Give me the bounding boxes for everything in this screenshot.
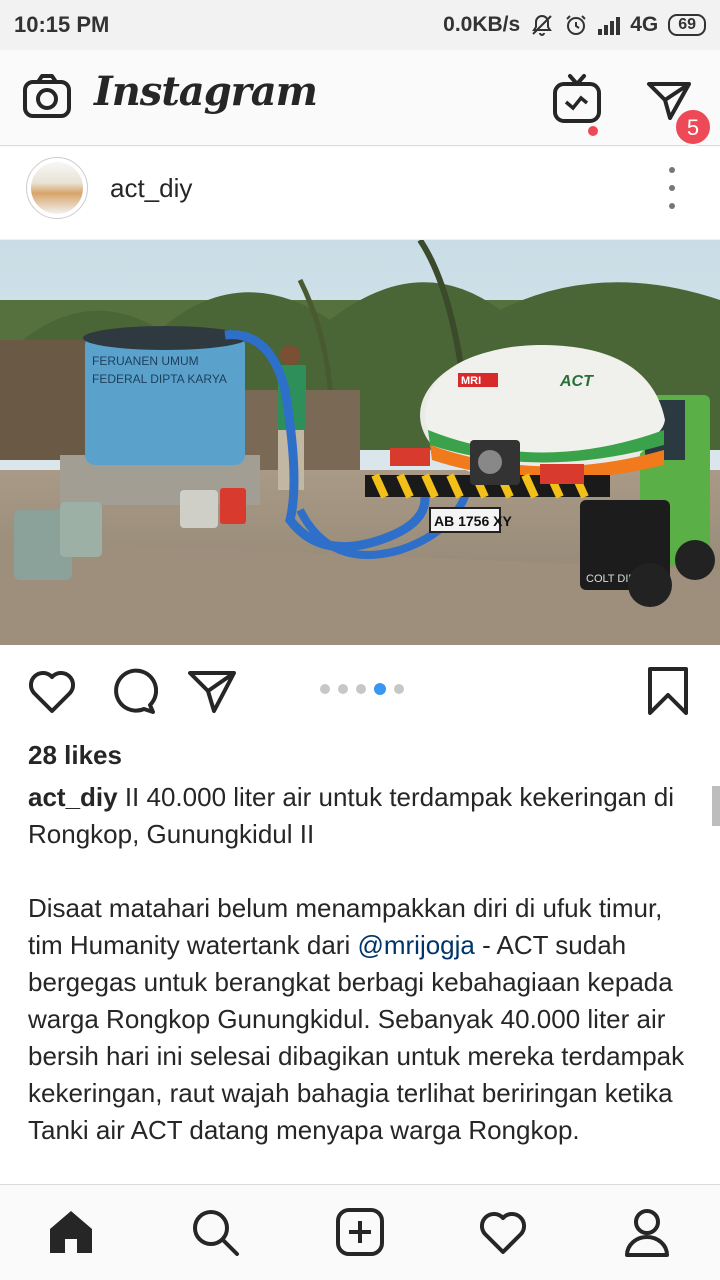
new-post-icon[interactable] xyxy=(335,1207,385,1257)
alarm-icon xyxy=(566,15,586,35)
dm-badge: 5 xyxy=(674,108,712,146)
caption-headline: II 40.000 liter air untuk terdampak keke… xyxy=(28,782,675,849)
more-options-icon[interactable] xyxy=(660,167,684,209)
search-icon[interactable] xyxy=(190,1207,240,1257)
camera-icon[interactable] xyxy=(22,72,72,122)
carousel-dot xyxy=(338,684,348,694)
heart-icon[interactable] xyxy=(26,665,78,717)
carousel-dot xyxy=(394,684,404,694)
status-time: 10:15 PM xyxy=(14,12,110,37)
battery-indicator: 69 xyxy=(668,14,706,36)
carousel-dot xyxy=(356,684,366,694)
home-icon[interactable] xyxy=(46,1207,96,1257)
net-speed: 0.0KB/s xyxy=(443,13,521,36)
app-bar: Instagram 5 xyxy=(0,50,720,146)
truck-logo-text: MRI xyxy=(461,375,481,387)
post-header: act_diy xyxy=(0,147,720,240)
comment-icon[interactable] xyxy=(106,665,158,717)
post-caption: 28 likes act_diy II 40.000 liter air unt… xyxy=(0,737,720,1184)
activity-heart-icon[interactable] xyxy=(478,1207,528,1257)
tank-text-2: FEDERAL DIPTA KARYA xyxy=(92,372,227,386)
network-type: 4G xyxy=(630,13,659,36)
instagram-logo: Instagram xyxy=(94,68,318,115)
bottom-navigation xyxy=(0,1184,720,1280)
post-photo: FERUANEN UMUM FEDERAL DIPTA KARYA MRI AC… xyxy=(0,240,720,645)
status-indicators: 0.0KB/s 4G 69 xyxy=(443,13,706,37)
likes-count[interactable]: 28 likes xyxy=(28,739,692,771)
post-actions xyxy=(0,645,720,737)
license-plate-text: AB 1756 XY xyxy=(434,513,512,529)
carousel-indicator xyxy=(320,683,404,695)
truck-brand-text: ACT xyxy=(559,373,594,390)
bookmark-icon[interactable] xyxy=(642,665,694,717)
status-bar: 10:15 PM 0.0KB/s 4G 69 xyxy=(0,0,720,50)
post-image[interactable]: FERUANEN UMUM FEDERAL DIPTA KARYA MRI AC… xyxy=(0,240,720,645)
post-username[interactable]: act_diy xyxy=(110,173,192,204)
tank-text-1: FERUANEN UMUM xyxy=(92,354,199,368)
signal-icon xyxy=(598,15,621,35)
caption-body: Disaat matahari belum menampakkan diri d… xyxy=(28,890,692,1149)
share-icon[interactable] xyxy=(186,665,238,717)
igtv-notification-dot xyxy=(586,124,600,138)
caption-mention-link[interactable]: @mrijogja xyxy=(357,930,474,960)
carousel-dot-active xyxy=(374,683,386,695)
igtv-icon[interactable] xyxy=(552,72,602,124)
avatar[interactable] xyxy=(26,157,88,219)
profile-icon[interactable] xyxy=(622,1207,672,1257)
caption-body-post: - ACT sudah bergegas untuk berangkat ber… xyxy=(28,930,685,1145)
carousel-dot xyxy=(320,684,330,694)
caption-text: act_diy II 40.000 liter air untuk terdam… xyxy=(28,779,692,1149)
scrollbar[interactable] xyxy=(712,786,720,826)
notifications-off-icon xyxy=(532,14,553,36)
caption-author[interactable]: act_diy xyxy=(28,782,118,812)
